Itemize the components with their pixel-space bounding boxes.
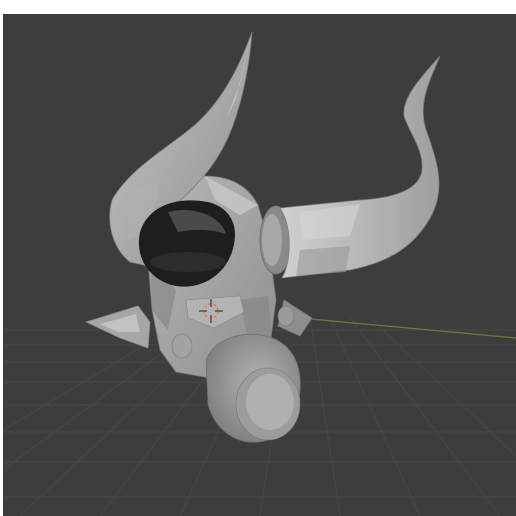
muzzle-end-highlight xyxy=(246,374,294,430)
left-margin xyxy=(0,0,3,516)
side-knob-left xyxy=(171,333,193,359)
side-knob-right xyxy=(277,305,295,327)
right-horn-ring-inner xyxy=(262,214,282,266)
viewport-canvas[interactable] xyxy=(0,0,516,516)
eye-socket-rim xyxy=(150,252,226,272)
3d-viewport[interactable] xyxy=(0,0,516,516)
right-horn-facet xyxy=(296,246,350,276)
top-margin xyxy=(0,0,516,14)
